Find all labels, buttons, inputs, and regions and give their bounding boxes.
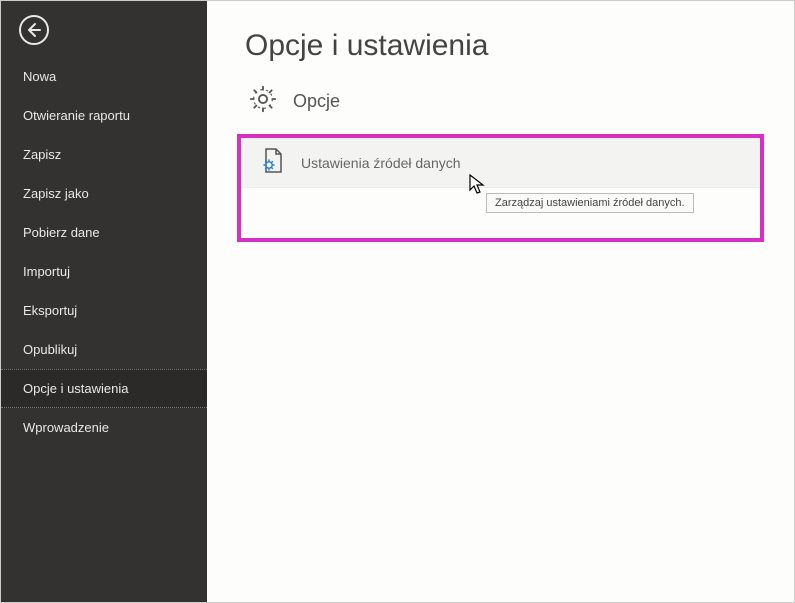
option-label: Ustawienia źródeł danych [301, 155, 461, 171]
sidebar-item-options[interactable]: Opcje i ustawienia [1, 369, 207, 408]
sidebar: Nowa Otwieranie raportu Zapisz Zapisz ja… [1, 1, 207, 602]
sidebar-item-publish[interactable]: Opublikuj [1, 330, 207, 369]
sidebar-item-label: Zapisz jako [23, 186, 89, 201]
section-title: Opcje [293, 91, 340, 112]
tooltip: Zarządzaj ustawieniami źródeł danych. [486, 193, 694, 213]
sidebar-item-label: Eksportuj [23, 303, 77, 318]
sidebar-item-new[interactable]: Nowa [1, 57, 207, 96]
sidebar-item-intro[interactable]: Wprowadzenie [1, 408, 207, 447]
sidebar-item-label: Otwieranie raportu [23, 108, 130, 123]
sidebar-item-save[interactable]: Zapisz [1, 135, 207, 174]
page-title: Opcje i ustawienia [245, 29, 794, 63]
app-layout: Nowa Otwieranie raportu Zapisz Zapisz ja… [1, 1, 794, 602]
section-header-options: Opcje [249, 85, 794, 118]
sidebar-item-label: Zapisz [23, 147, 61, 162]
main-panel: Opcje i ustawienia Opcje [207, 1, 794, 602]
sidebar-item-label: Nowa [23, 69, 56, 84]
arrow-left-icon [26, 22, 42, 38]
document-gear-icon [261, 147, 285, 180]
sidebar-item-label: Wprowadzenie [23, 420, 109, 435]
back-button[interactable] [19, 15, 49, 45]
highlighted-area: Ustawienia źródeł danych Zarządzaj ustaw… [237, 134, 764, 242]
sidebar-item-label: Importuj [23, 264, 70, 279]
sidebar-item-save-as[interactable]: Zapisz jako [1, 174, 207, 213]
option-data-source-settings[interactable]: Ustawienia źródeł danych [241, 138, 760, 188]
sidebar-item-export[interactable]: Eksportuj [1, 291, 207, 330]
sidebar-item-label: Opcje i ustawienia [23, 381, 129, 396]
sidebar-item-open-report[interactable]: Otwieranie raportu [1, 96, 207, 135]
sidebar-item-import[interactable]: Importuj [1, 252, 207, 291]
sidebar-item-label: Opublikuj [23, 342, 77, 357]
sidebar-item-label: Pobierz dane [23, 225, 100, 240]
sidebar-item-get-data[interactable]: Pobierz dane [1, 213, 207, 252]
gear-icon [249, 85, 277, 118]
